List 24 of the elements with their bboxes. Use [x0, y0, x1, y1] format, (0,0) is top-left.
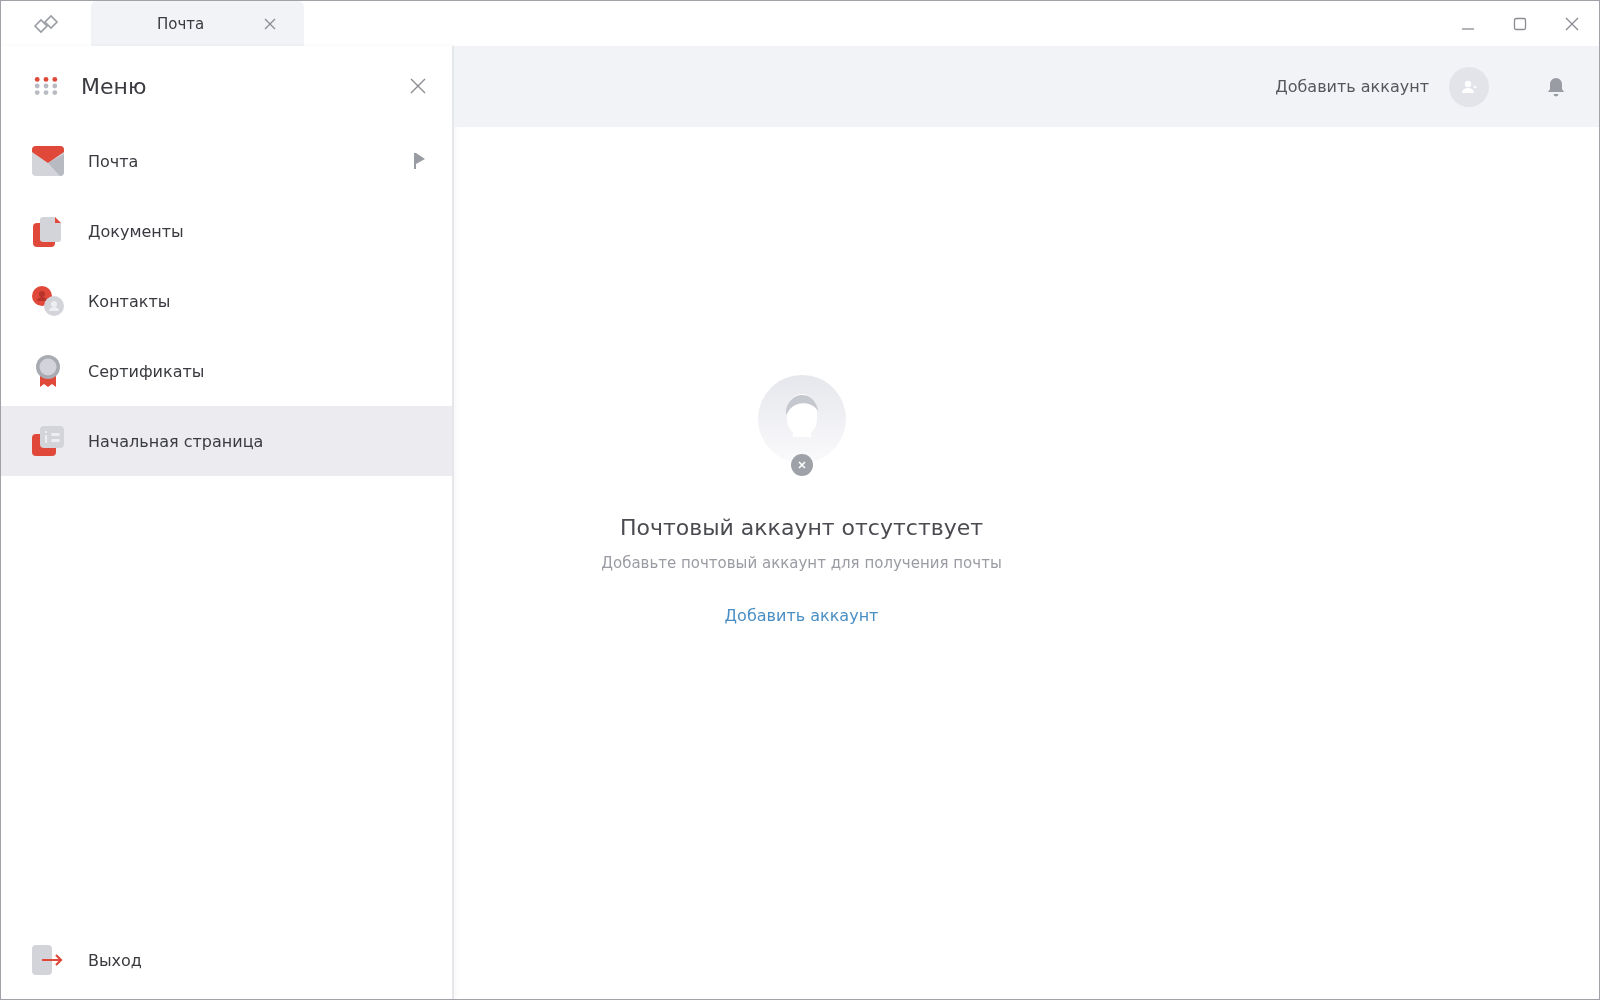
envelope-icon — [32, 146, 64, 176]
home-page-icon — [32, 426, 64, 456]
flag-icon[interactable] — [414, 152, 426, 170]
bell-icon[interactable] — [1547, 76, 1565, 97]
menu-item[interactable]: Начальная страница — [1, 406, 452, 476]
documents-icon — [32, 215, 64, 247]
menu-title: Меню — [81, 73, 148, 99]
menu-item[interactable]: Контакты — [1, 266, 452, 336]
add-account-link[interactable]: Добавить аккаунт — [1275, 77, 1429, 96]
logout-arrow-icon — [32, 945, 64, 975]
exit-item[interactable]: Выход — [1, 925, 452, 995]
empty-subtitle: Добавьте почтовый аккаунт для получения почты — [601, 554, 1002, 572]
close-icon[interactable] — [264, 17, 276, 30]
close-icon[interactable] — [410, 78, 426, 94]
contacts-icon — [32, 286, 64, 316]
tab[interactable]: Почта — [91, 1, 304, 46]
menu-item[interactable]: Почта — [1, 126, 452, 196]
menu-item[interactable]: Сертификаты — [1, 336, 452, 406]
close-icon[interactable] — [1565, 16, 1579, 31]
empty-title: Почтовый аккаунт отсутствует — [619, 515, 984, 540]
apps-grid-icon[interactable] — [33, 76, 59, 96]
add-account-link[interactable]: Добавить аккаунт — [724, 606, 879, 625]
menu-item[interactable]: Документы — [1, 196, 452, 266]
maximize-icon[interactable] — [1513, 16, 1527, 31]
